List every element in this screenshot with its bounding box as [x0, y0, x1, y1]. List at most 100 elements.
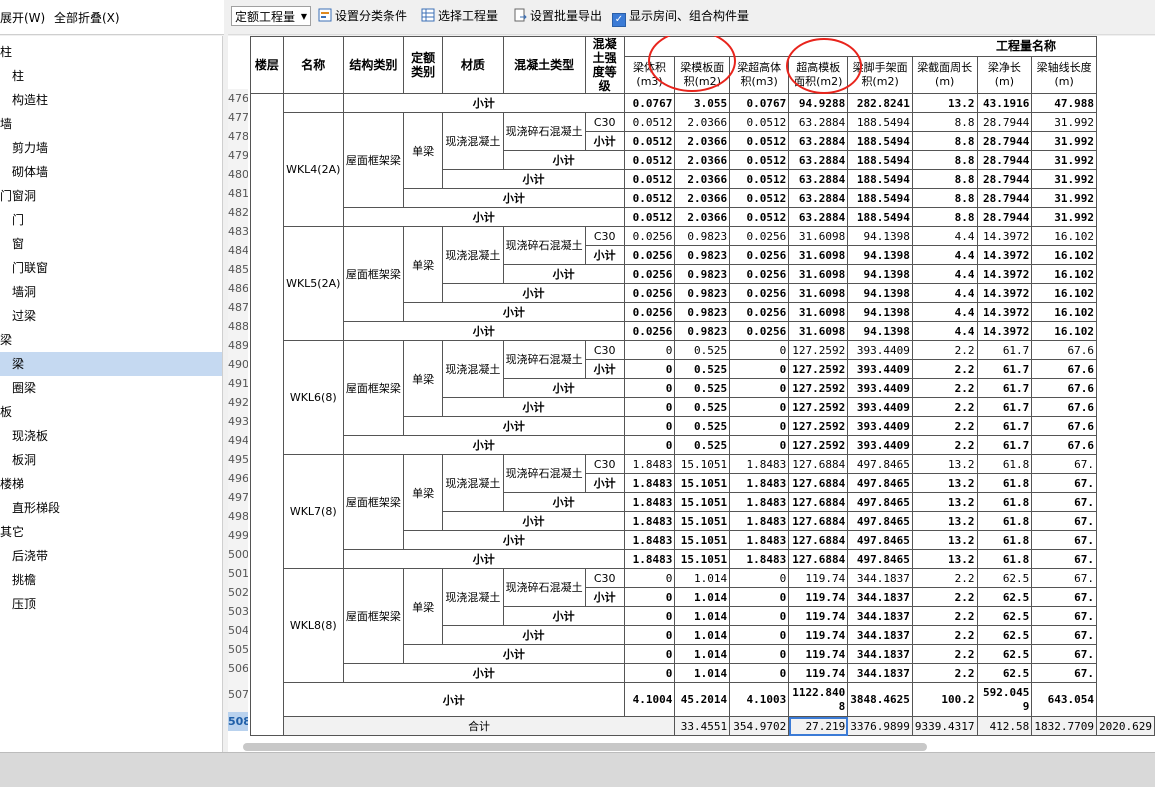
name-cell[interactable] — [282, 93, 344, 113]
value-cell[interactable]: 1.8483 — [729, 454, 790, 474]
tree-item[interactable]: 剪力墙 — [0, 136, 222, 160]
value-cell[interactable]: 67. — [1031, 530, 1098, 550]
value-cell[interactable]: 0.0512 — [729, 112, 790, 132]
value-cell[interactable]: 67. — [1031, 454, 1098, 474]
value-cell[interactable]: 15.1051 — [674, 492, 731, 512]
value-cell[interactable]: 61.7 — [976, 340, 1033, 360]
value-cell[interactable]: 2.2 — [911, 644, 978, 664]
subtotal-label[interactable]: 小计 — [442, 283, 625, 303]
value-cell[interactable]: 16.102 — [1031, 264, 1098, 284]
concrete-type-cell[interactable]: 现浇碎石混凝土 — [502, 226, 586, 265]
value-cell[interactable]: 67. — [1031, 549, 1098, 569]
value-cell[interactable]: 3376.9899 — [847, 716, 913, 736]
value-cell[interactable]: 127.2592 — [788, 378, 849, 398]
expand-button[interactable]: 展开(W) — [0, 9, 45, 26]
batch-export-button[interactable]: 设置批量导出 — [513, 7, 602, 25]
value-cell[interactable]: 0.0256 — [623, 321, 676, 341]
value-cell[interactable]: 4.1003 — [729, 682, 790, 717]
value-cell[interactable]: 28.7944 — [976, 150, 1033, 170]
value-cell[interactable]: 13.2 — [911, 530, 978, 550]
value-cell[interactable]: 1.8483 — [623, 530, 676, 550]
row-number[interactable]: 496 — [228, 469, 248, 488]
value-cell[interactable]: 0 — [623, 568, 676, 588]
value-cell[interactable]: 0.9823 — [674, 245, 731, 265]
value-cell[interactable]: 1.014 — [674, 606, 731, 626]
tree-item[interactable]: 梁 — [0, 352, 222, 376]
value-cell[interactable]: 13.2 — [911, 511, 978, 531]
value-cell[interactable]: 0.9823 — [674, 264, 731, 284]
value-cell[interactable]: 14.3972 — [976, 245, 1033, 265]
value-cell[interactable]: 8.8 — [911, 112, 978, 132]
row-number[interactable]: 478 — [228, 127, 248, 146]
value-cell[interactable]: 0 — [623, 340, 676, 360]
show-rooms-checkbox[interactable]: ✓ 显示房间、组合构件量 — [612, 7, 749, 27]
concrete-grade-cell[interactable]: C30 — [584, 112, 625, 132]
value-cell[interactable]: 4.4 — [911, 321, 978, 341]
value-cell[interactable]: 63.2884 — [788, 169, 849, 189]
row-number[interactable]: 484 — [228, 241, 248, 260]
col-material[interactable]: 材质 — [442, 36, 504, 94]
concrete-type-cell[interactable]: 现浇碎石混凝土 — [502, 568, 586, 607]
value-cell[interactable]: 1122.8408 — [788, 682, 849, 717]
value-cell[interactable]: 0 — [729, 378, 790, 398]
value-cell[interactable]: 0.0512 — [623, 169, 676, 189]
concrete-grade-cell[interactable]: C30 — [584, 340, 625, 360]
row-number[interactable]: 482 — [228, 203, 248, 222]
material-cell[interactable]: 现浇混凝土 — [442, 454, 504, 512]
value-cell[interactable]: 47.988 — [1031, 93, 1098, 113]
value-cell[interactable]: 0.0256 — [623, 245, 676, 265]
row-number[interactable]: 499 — [228, 526, 248, 545]
value-cell[interactable]: 27.219 — [788, 716, 849, 736]
value-cell[interactable]: 0.0256 — [729, 302, 790, 322]
value-cell[interactable]: 0.0256 — [729, 245, 790, 265]
value-cell[interactable]: 344.1837 — [847, 587, 913, 607]
value-cell[interactable]: 31.992 — [1031, 131, 1098, 151]
value-cell[interactable]: 497.8465 — [847, 473, 913, 493]
row-number[interactable]: 502 — [228, 583, 248, 602]
horizontal-scrollbar[interactable] — [243, 743, 927, 751]
value-cell[interactable]: 3.055 — [674, 93, 731, 113]
value-cell[interactable]: 67.6 — [1031, 397, 1098, 417]
value-cell[interactable]: 31.6098 — [788, 226, 849, 246]
value-cell[interactable]: 0 — [623, 359, 676, 379]
value-cell[interactable]: 0.9823 — [674, 302, 731, 322]
row-number[interactable]: 494 — [228, 431, 248, 450]
subtotal-label[interactable]: 小计 — [403, 530, 625, 550]
col-overheight-formwork[interactable]: 超高模板面积(m2) — [788, 55, 849, 95]
concrete-grade-cell[interactable]: C30 — [584, 226, 625, 246]
value-cell[interactable]: 0.0256 — [729, 321, 790, 341]
value-cell[interactable]: 67. — [1031, 492, 1098, 512]
value-cell[interactable]: 1.014 — [674, 587, 731, 607]
value-cell[interactable]: 2.0366 — [674, 112, 731, 132]
value-cell[interactable]: 67. — [1031, 587, 1098, 607]
floor-subtotal-label[interactable]: 小计 — [282, 682, 625, 717]
value-cell[interactable]: 31.6098 — [788, 302, 849, 322]
value-cell[interactable]: 0 — [623, 644, 676, 664]
set-category-button[interactable]: 设置分类条件 — [318, 7, 407, 25]
subtotal-label[interactable]: 小计 — [342, 207, 625, 227]
tree-item[interactable]: 柱 — [0, 40, 222, 64]
value-cell[interactable]: 14.3972 — [976, 283, 1033, 303]
value-cell[interactable]: 62.5 — [976, 587, 1033, 607]
value-cell[interactable]: 119.74 — [788, 568, 849, 588]
value-cell[interactable]: 0 — [729, 435, 790, 455]
value-cell[interactable]: 0.0256 — [729, 226, 790, 246]
beam-name-cell[interactable]: WKL6(8) — [282, 340, 344, 455]
value-cell[interactable]: 354.9702 — [729, 716, 790, 736]
value-cell[interactable]: 0.525 — [674, 378, 731, 398]
value-cell[interactable]: 67.6 — [1031, 378, 1098, 398]
value-cell[interactable]: 33.4551 — [674, 716, 731, 736]
row-number[interactable]: 492 — [228, 393, 248, 412]
value-cell[interactable]: 344.1837 — [847, 606, 913, 626]
value-cell[interactable]: 2.2 — [911, 587, 978, 607]
concrete-grade-cell[interactable]: C30 — [584, 568, 625, 588]
value-cell[interactable]: 188.5494 — [847, 188, 913, 208]
value-cell[interactable]: 0 — [623, 397, 676, 417]
value-cell[interactable]: 0 — [729, 359, 790, 379]
value-cell[interactable]: 188.5494 — [847, 112, 913, 132]
tree-item[interactable]: 板 — [0, 400, 222, 424]
value-cell[interactable]: 67. — [1031, 568, 1098, 588]
material-cell[interactable]: 现浇混凝土 — [442, 226, 504, 284]
value-cell[interactable]: 127.6884 — [788, 511, 849, 531]
value-cell[interactable]: 100.2 — [911, 682, 978, 717]
